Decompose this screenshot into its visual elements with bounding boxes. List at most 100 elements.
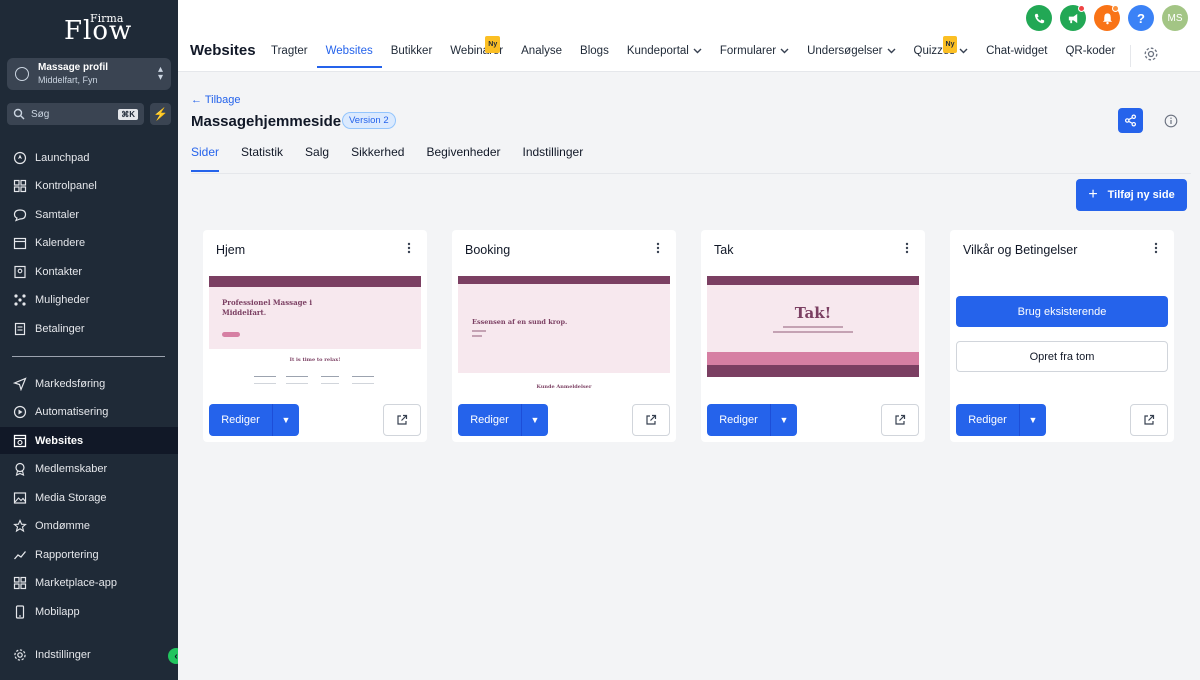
sidebar-item-omdømme[interactable]: Omdømme <box>0 512 178 539</box>
chat-icon <box>13 208 27 222</box>
subtab-sider[interactable]: Sider <box>191 145 220 172</box>
sidebar-item-muligheder[interactable]: Muligheder <box>0 286 178 313</box>
page-card-menu-button[interactable] <box>899 240 915 256</box>
chevron-down-icon[interactable]: ▼ <box>771 404 797 436</box>
external-link-icon <box>895 414 906 425</box>
edit-page-button[interactable]: Rediger ▼ <box>707 404 797 436</box>
open-page-button[interactable] <box>383 404 421 436</box>
phone-button[interactable] <box>1026 5 1052 31</box>
sidebar-item-websites[interactable]: Websites <box>0 427 178 454</box>
help-button[interactable]: ? <box>1128 5 1154 31</box>
edit-page-button[interactable]: Rediger ▼ <box>209 404 299 436</box>
sidebar-item-media-storage[interactable]: Media Storage <box>0 484 178 511</box>
external-link-icon <box>397 414 408 425</box>
more-vertical-icon <box>905 242 909 254</box>
edit-page-button[interactable]: Rediger ▼ <box>458 404 548 436</box>
sidebar-item-automatisering[interactable]: Automatisering <box>0 398 178 425</box>
create-blank-button[interactable]: Opret fra tom <box>956 341 1168 372</box>
page-card-title: Hjem <box>216 243 246 257</box>
add-page-button[interactable]: + Tilføj ny side <box>1076 179 1187 211</box>
chevron-down-icon[interactable]: ▼ <box>522 404 548 436</box>
page-card-menu-button[interactable] <box>401 240 417 256</box>
open-page-button[interactable] <box>1130 404 1168 436</box>
open-page-button[interactable] <box>632 404 670 436</box>
sidebar-item-label: Kontakter <box>35 265 83 278</box>
brand-logo[interactable]: Firma Flow <box>62 10 131 46</box>
share-button[interactable] <box>1118 108 1143 133</box>
user-avatar[interactable]: MS <box>1162 5 1188 31</box>
thumbnail-heading: Professionel Massage i Middelfart. <box>222 298 313 317</box>
tab-undersøgelser[interactable]: Undersøgelser <box>798 44 904 68</box>
subtab-salg[interactable]: Salg <box>305 145 329 172</box>
sidebar-item-settings[interactable]: Indstillinger <box>0 641 178 668</box>
sidebar-item-kalendere[interactable]: Kalendere <box>0 229 178 256</box>
chevron-down-icon[interactable]: ▼ <box>1020 404 1046 436</box>
use-existing-button[interactable]: Brug eksisterende <box>956 296 1168 327</box>
version-badge[interactable]: Version 2 <box>342 112 396 129</box>
sidebar-item-kontrolpanel[interactable]: Kontrolpanel <box>0 172 178 199</box>
sidebar-item-launchpad[interactable]: Launchpad <box>0 144 178 171</box>
quick-action-button[interactable]: ⚡ <box>150 103 171 125</box>
sidebar-item-samtaler[interactable]: Samtaler <box>0 201 178 228</box>
tab-analyse[interactable]: Analyse <box>512 44 571 68</box>
add-page-label: Tilføj ny side <box>1107 189 1175 201</box>
announcements-button[interactable] <box>1060 5 1086 31</box>
edit-label: Rediger <box>707 404 771 436</box>
tab-blogs[interactable]: Blogs <box>571 44 618 68</box>
edit-label: Rediger <box>956 404 1020 436</box>
main-content: ← Tilbage Massagehjemmeside Version 2 Si… <box>178 73 1200 680</box>
tab-label: Tragter <box>271 45 308 57</box>
page-thumbnail[interactable]: Tak! <box>707 276 919 396</box>
apps-icon <box>13 576 27 590</box>
page-card-title: Booking <box>465 243 511 257</box>
thumbnail-subheading: It is time to relax! <box>289 357 341 363</box>
edit-page-button[interactable]: Rediger ▼ <box>956 404 1046 436</box>
sidebar-item-kontakter[interactable]: Kontakter <box>0 258 178 285</box>
page-card-hjem: Hjem Professionel Massage i Middelfart. … <box>203 230 427 442</box>
sidebar-item-medlemskaber[interactable]: Medlemskaber <box>0 455 178 482</box>
sidebar-item-label: Marketplace-app <box>35 576 117 589</box>
subtab-statistik[interactable]: Statistik <box>241 145 283 172</box>
subtab-begivenheder[interactable]: Begivenheder <box>426 145 500 172</box>
tab-websites[interactable]: Websites <box>316 44 382 68</box>
tab-formularer[interactable]: Formularer <box>711 44 798 68</box>
page-card-menu-button[interactable] <box>1148 240 1164 256</box>
share-icon <box>1124 114 1137 127</box>
sidebar-item-mobilapp[interactable]: Mobilapp <box>0 598 178 625</box>
tab-tragter[interactable]: Tragter <box>262 44 317 68</box>
sidebar-item-marketplace-app[interactable]: Marketplace-app <box>0 569 178 596</box>
gear-icon[interactable] <box>1139 46 1159 67</box>
tab-qr-koder[interactable]: QR-koder <box>1056 44 1124 68</box>
back-link[interactable]: ← Tilbage <box>191 94 241 106</box>
subtab-sikkerhed[interactable]: Sikkerhed <box>351 145 404 172</box>
info-button[interactable] <box>1158 108 1183 133</box>
automation-icon <box>13 405 27 419</box>
tab-kundeportal[interactable]: Kundeportal <box>618 44 711 68</box>
subtab-indstillinger[interactable]: Indstillinger <box>523 145 584 172</box>
page-thumbnail[interactable]: Professionel Massage i Middelfart. It is… <box>209 276 421 396</box>
page-card-menu-button[interactable] <box>650 240 666 256</box>
sidebar-item-rapportering[interactable]: Rapportering <box>0 541 178 568</box>
sidebar-item-label: Markedsføring <box>35 377 106 390</box>
thumbnail-subheading: Kunde Anmeldelser <box>536 384 592 390</box>
account-switcher[interactable]: Massage profil Middelfart, Fyn ▴ ▾ <box>7 58 171 90</box>
sidebar-item-label: Samtaler <box>35 208 80 221</box>
tab-quizzes[interactable]: Quizzes Ny <box>905 36 978 68</box>
sidebar-item-label: Automatisering <box>35 405 109 418</box>
chevron-down-icon[interactable]: ▼ <box>273 404 299 436</box>
membership-icon <box>13 462 27 476</box>
sidebar-item-betalinger[interactable]: Betalinger <box>0 315 178 342</box>
page-thumbnail[interactable]: Essensen af en sund krop. Kunde Anmeldel… <box>458 276 670 396</box>
page-card-tak: Tak Tak! Rediger ▼ <box>701 230 925 442</box>
sidebar-item-label: Launchpad <box>35 151 90 164</box>
sidebar-item-markedsføring[interactable]: Markedsføring <box>0 370 178 397</box>
send-icon <box>13 376 27 391</box>
tab-chat-widget[interactable]: Chat-widget <box>977 44 1056 68</box>
tab-webinarer[interactable]: Webinarer Ny <box>441 36 512 68</box>
search-input[interactable]: Søg ⌘K <box>7 103 144 125</box>
open-page-button[interactable] <box>881 404 919 436</box>
notifications-button[interactable] <box>1094 5 1120 31</box>
page-card-terms: Vilkår og Betingelser Brug eksisterende … <box>950 230 1174 442</box>
tab-butikker[interactable]: Butikker <box>382 44 442 68</box>
chevron-down-icon <box>780 44 789 59</box>
